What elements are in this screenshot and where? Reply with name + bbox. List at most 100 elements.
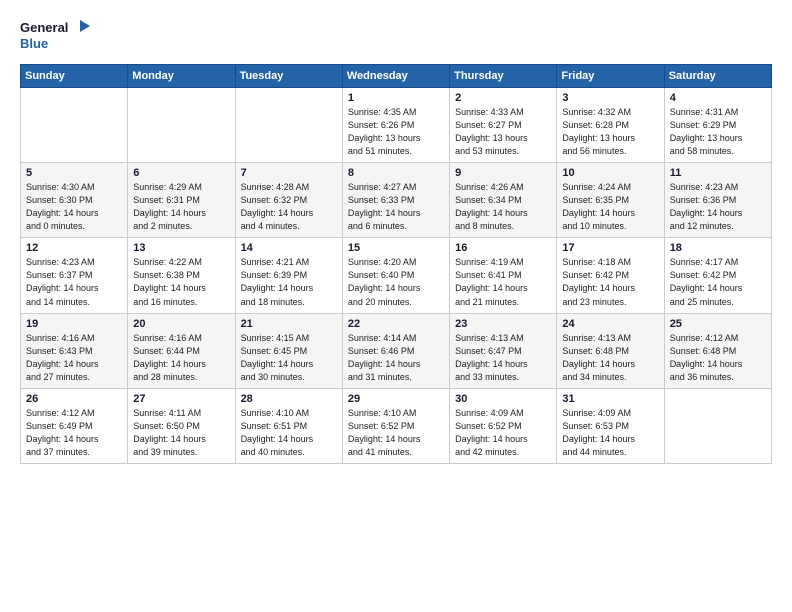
calendar-body: 1Sunrise: 4:35 AMSunset: 6:26 PMDaylight…: [21, 88, 772, 464]
svg-text:Blue: Blue: [20, 36, 48, 51]
calendar-cell: 5Sunrise: 4:30 AMSunset: 6:30 PMDaylight…: [21, 163, 128, 238]
day-info-line: Sunrise: 4:32 AM: [562, 106, 658, 119]
calendar-cell: [664, 388, 771, 463]
day-info-line: Daylight: 14 hours: [133, 433, 229, 446]
calendar-cell: 9Sunrise: 4:26 AMSunset: 6:34 PMDaylight…: [450, 163, 557, 238]
day-info-line: Daylight: 13 hours: [562, 132, 658, 145]
calendar-cell: 1Sunrise: 4:35 AMSunset: 6:26 PMDaylight…: [342, 88, 449, 163]
day-number: 29: [348, 393, 444, 405]
day-info-line: Sunset: 6:42 PM: [562, 269, 658, 282]
day-number: 26: [26, 393, 122, 405]
day-info-line: Sunset: 6:41 PM: [455, 269, 551, 282]
day-info-line: Sunrise: 4:35 AM: [348, 106, 444, 119]
calendar-cell: 11Sunrise: 4:23 AMSunset: 6:36 PMDayligh…: [664, 163, 771, 238]
calendar-cell: [21, 88, 128, 163]
week-row-2: 5Sunrise: 4:30 AMSunset: 6:30 PMDaylight…: [21, 163, 772, 238]
day-info-line: Sunrise: 4:12 AM: [670, 332, 766, 345]
day-number: 28: [241, 393, 337, 405]
day-info-line: Sunset: 6:35 PM: [562, 194, 658, 207]
weekday-header-thursday: Thursday: [450, 65, 557, 88]
day-info-line: Sunset: 6:46 PM: [348, 345, 444, 358]
day-info-line: and 51 minutes.: [348, 145, 444, 158]
day-number: 30: [455, 393, 551, 405]
day-info-line: Daylight: 14 hours: [241, 282, 337, 295]
day-info-line: Daylight: 14 hours: [348, 433, 444, 446]
day-info-line: Sunset: 6:29 PM: [670, 119, 766, 132]
day-number: 21: [241, 318, 337, 330]
calendar-cell: 10Sunrise: 4:24 AMSunset: 6:35 PMDayligh…: [557, 163, 664, 238]
calendar-cell: 20Sunrise: 4:16 AMSunset: 6:44 PMDayligh…: [128, 313, 235, 388]
day-info-line: and 20 minutes.: [348, 296, 444, 309]
day-info-line: and 30 minutes.: [241, 371, 337, 384]
day-info-line: Daylight: 14 hours: [133, 358, 229, 371]
day-info-line: and 14 minutes.: [26, 296, 122, 309]
day-info-line: Daylight: 14 hours: [670, 282, 766, 295]
day-number: 19: [26, 318, 122, 330]
day-info-line: Sunrise: 4:26 AM: [455, 181, 551, 194]
day-info-line: Daylight: 14 hours: [241, 433, 337, 446]
day-info-line: and 58 minutes.: [670, 145, 766, 158]
calendar-cell: 12Sunrise: 4:23 AMSunset: 6:37 PMDayligh…: [21, 238, 128, 313]
day-info-line: Daylight: 14 hours: [26, 358, 122, 371]
day-info-line: Daylight: 14 hours: [348, 358, 444, 371]
day-number: 11: [670, 167, 766, 179]
day-info-line: Sunrise: 4:24 AM: [562, 181, 658, 194]
day-number: 17: [562, 242, 658, 254]
day-number: 7: [241, 167, 337, 179]
calendar-cell: 14Sunrise: 4:21 AMSunset: 6:39 PMDayligh…: [235, 238, 342, 313]
day-info-line: Sunrise: 4:10 AM: [348, 407, 444, 420]
calendar-cell: 28 Sunrise: 4:10 AMSunset: 6:51 PMDayligh…: [235, 388, 342, 463]
day-info-line: Sunrise: 4:17 AM: [670, 256, 766, 269]
day-number: 13: [133, 242, 229, 254]
day-number: 25: [670, 318, 766, 330]
day-info-line: Sunset: 6:43 PM: [26, 345, 122, 358]
day-number: 5: [26, 167, 122, 179]
day-info-line: Sunrise: 4:23 AM: [670, 181, 766, 194]
day-info-line: Sunset: 6:45 PM: [241, 345, 337, 358]
week-row-1: 1Sunrise: 4:35 AMSunset: 6:26 PMDaylight…: [21, 88, 772, 163]
weekday-header-row: SundayMondayTuesdayWednesdayThursdayFrid…: [21, 65, 772, 88]
day-info-line: Sunrise: 4:27 AM: [348, 181, 444, 194]
day-info-line: Sunrise: 4:10 AM: [241, 407, 337, 420]
day-info-line: and 44 minutes.: [562, 446, 658, 459]
day-info-line: Sunset: 6:51 PM: [241, 420, 337, 433]
day-info-line: and 21 minutes.: [455, 296, 551, 309]
calendar-cell: 15Sunrise: 4:20 AMSunset: 6:40 PMDayligh…: [342, 238, 449, 313]
calendar-cell: 2Sunrise: 4:33 AMSunset: 6:27 PMDaylight…: [450, 88, 557, 163]
day-info-line: Daylight: 14 hours: [455, 433, 551, 446]
weekday-header-wednesday: Wednesday: [342, 65, 449, 88]
day-info-line: Sunrise: 4:11 AM: [133, 407, 229, 420]
calendar-cell: 25Sunrise: 4:12 AMSunset: 6:48 PMDayligh…: [664, 313, 771, 388]
day-info-line: Daylight: 14 hours: [670, 207, 766, 220]
day-info-line: and 40 minutes.: [241, 446, 337, 459]
day-info-line: Sunset: 6:47 PM: [455, 345, 551, 358]
day-info-line: Daylight: 14 hours: [241, 358, 337, 371]
week-row-5: 26Sunrise: 4:12 AMSunset: 6:49 PMDayligh…: [21, 388, 772, 463]
day-info-line: Sunset: 6:42 PM: [670, 269, 766, 282]
day-info-line: and 4 minutes.: [241, 220, 337, 233]
calendar-cell: 19Sunrise: 4:16 AMSunset: 6:43 PMDayligh…: [21, 313, 128, 388]
day-info-line: Sunset: 6:44 PM: [133, 345, 229, 358]
day-info-line: Sunset: 6:52 PM: [455, 420, 551, 433]
day-info-line: and 25 minutes.: [670, 296, 766, 309]
day-info-line: Sunset: 6:52 PM: [348, 420, 444, 433]
calendar-cell: 6Sunrise: 4:29 AMSunset: 6:31 PMDaylight…: [128, 163, 235, 238]
day-number: 9: [455, 167, 551, 179]
day-info-line: and 37 minutes.: [26, 446, 122, 459]
calendar-cell: 21Sunrise: 4:15 AMSunset: 6:45 PMDayligh…: [235, 313, 342, 388]
day-info-line: Daylight: 14 hours: [562, 433, 658, 446]
day-info-line: Sunset: 6:48 PM: [670, 345, 766, 358]
calendar-cell: 18Sunrise: 4:17 AMSunset: 6:42 PMDayligh…: [664, 238, 771, 313]
day-info-line: Sunset: 6:48 PM: [562, 345, 658, 358]
day-info-line: Sunset: 6:27 PM: [455, 119, 551, 132]
calendar-cell: 8Sunrise: 4:27 AMSunset: 6:33 PMDaylight…: [342, 163, 449, 238]
day-info-line: Sunrise: 4:16 AM: [133, 332, 229, 345]
day-info-line: Sunrise: 4:28 AM: [241, 181, 337, 194]
page: General Blue SundayMondayTuesdayWednesda…: [0, 0, 792, 612]
day-info-line: Sunrise: 4:13 AM: [562, 332, 658, 345]
day-info-line: and 36 minutes.: [670, 371, 766, 384]
day-info-line: Daylight: 14 hours: [348, 282, 444, 295]
day-number: 14: [241, 242, 337, 254]
day-info-line: and 6 minutes.: [348, 220, 444, 233]
calendar-cell: 26Sunrise: 4:12 AMSunset: 6:49 PMDayligh…: [21, 388, 128, 463]
